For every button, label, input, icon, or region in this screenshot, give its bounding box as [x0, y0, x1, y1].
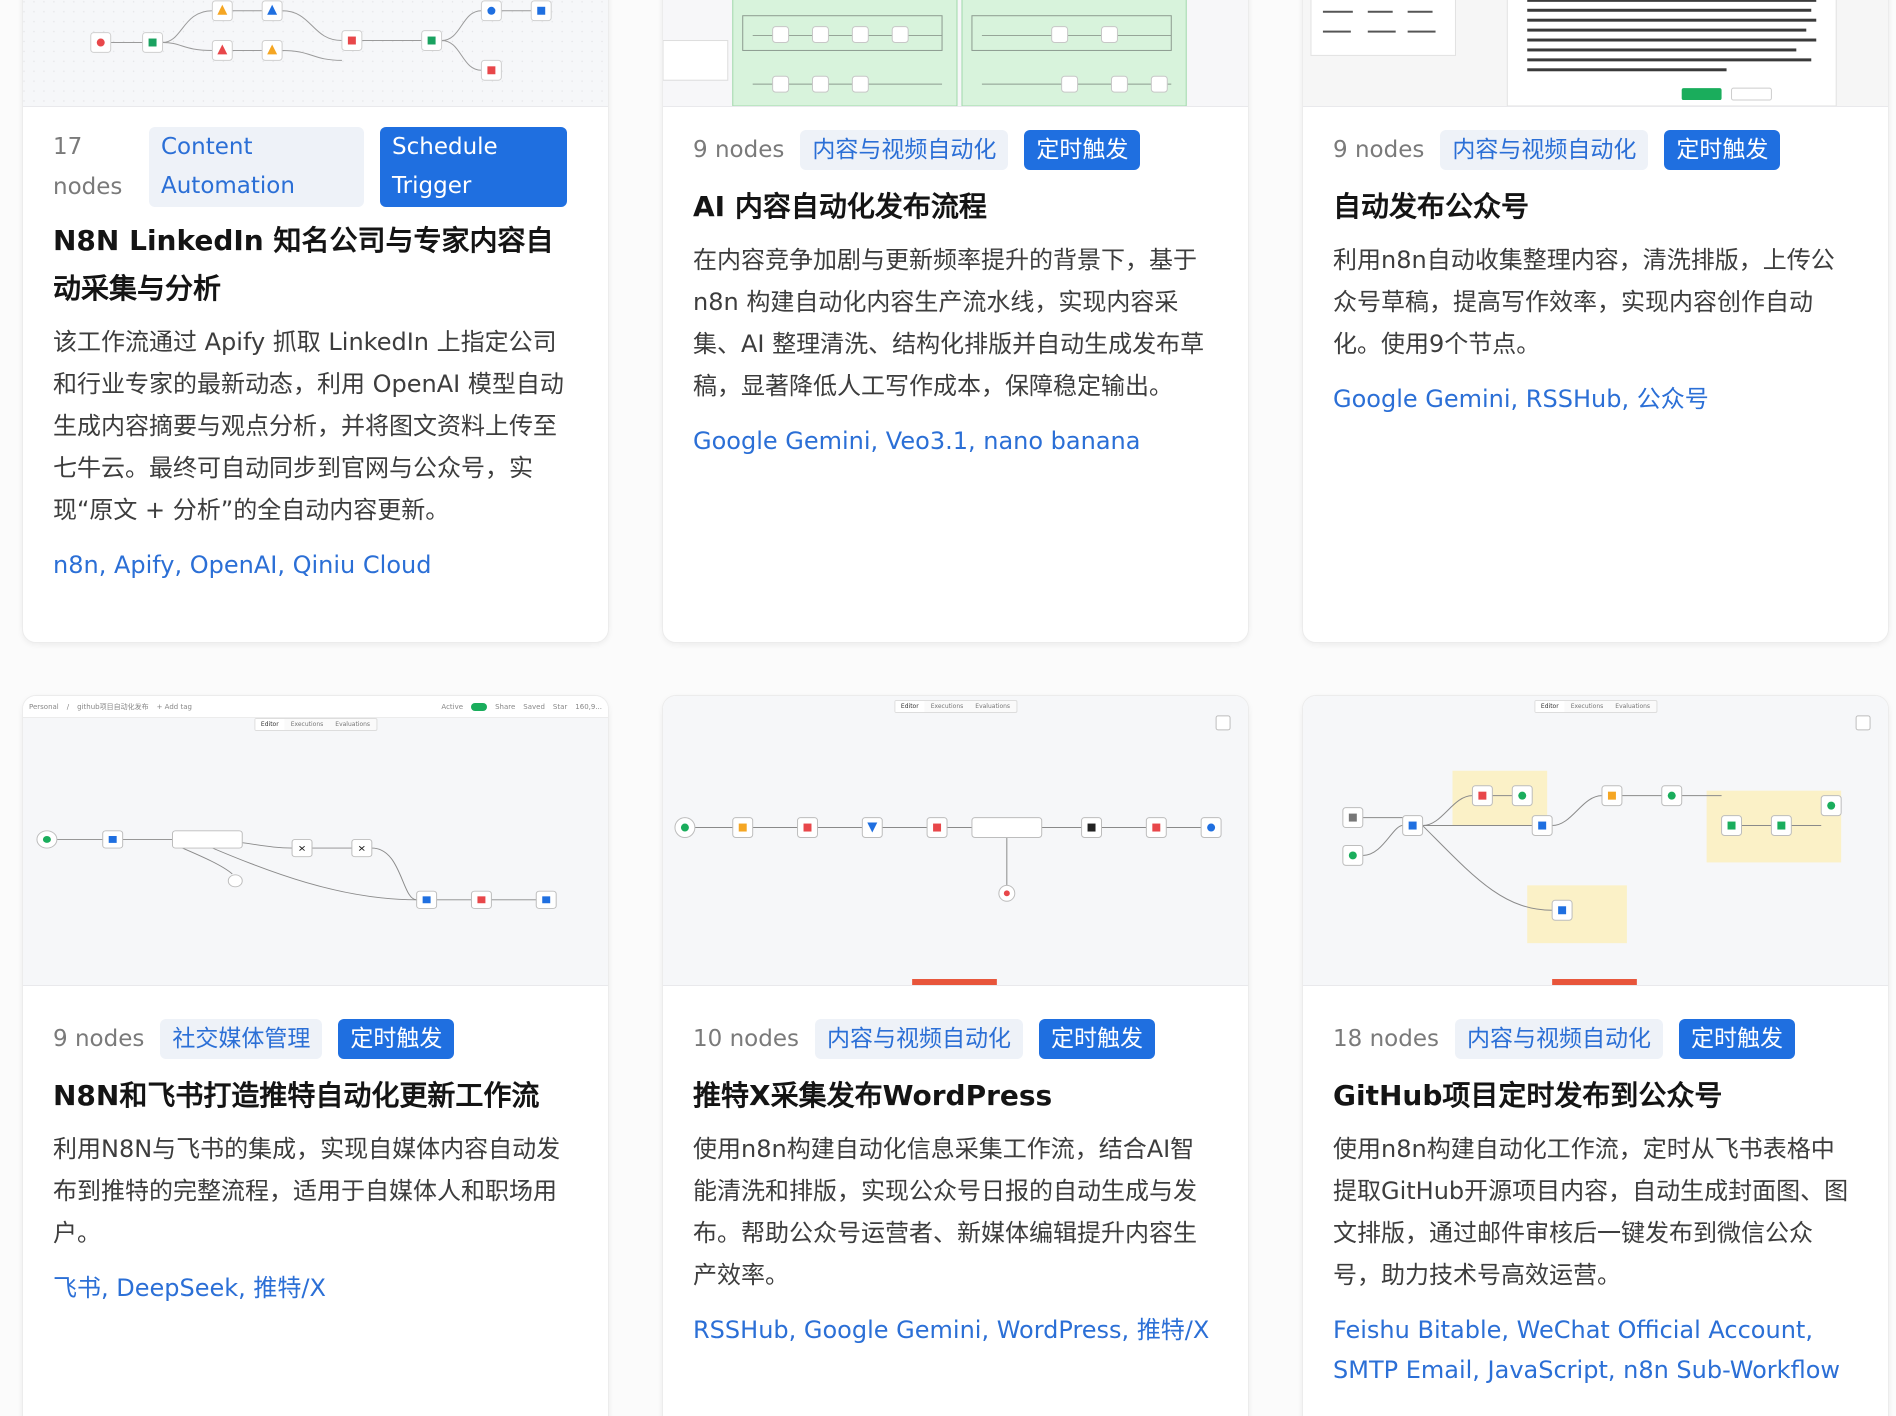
- star-count: 160,9...: [575, 702, 602, 711]
- card-description: 使用n8n构建自动化信息采集工作流，结合AI智能清洗和排版，实现公众号日报的自动…: [693, 1135, 1197, 1289]
- workflow-diagram: [674, 715, 1231, 985]
- evaluations-tab: Evaluations: [335, 721, 371, 728]
- card-description: 在内容竞争加剧与更新频率提升的背景下，基于 n8n 构建自动化内容生产流水线，实…: [693, 246, 1205, 400]
- workflow-diagram: ✕ ✕: [36, 830, 557, 909]
- card-title[interactable]: GitHub项目定时发布到公众号: [1333, 1072, 1858, 1120]
- workflow-card[interactable]: Editor Executions Evaluations: [662, 695, 1249, 1416]
- workflow-thumbnail: [23, 0, 608, 107]
- category-tag[interactable]: 社交媒体管理: [160, 1019, 323, 1059]
- node-count: 17 nodes: [53, 134, 123, 200]
- card-description: 该工作流通过 Apify 抓取 LinkedIn 上指定公司和行业专家的最新动态…: [53, 328, 564, 524]
- workflow-card[interactable]: Personal / github项目自动化发布 + Add tag Activ…: [22, 695, 609, 1416]
- card-tools[interactable]: n8n, Apify, OpenAI, Qiniu Cloud: [53, 545, 578, 585]
- trigger-tag[interactable]: 定时触发: [1678, 1019, 1795, 1059]
- article-preview: [1303, 0, 1888, 106]
- card-title[interactable]: N8N LinkedIn 知名公司与专家内容自动采集与分析: [53, 217, 578, 313]
- card-meta: 17 nodes Content Automation Schedule Tri…: [53, 127, 578, 207]
- card-description: 利用N8N与飞书的集成，实现自媒体内容自动发布到推特的完整流程，适用于自媒体人和…: [53, 1135, 561, 1247]
- category-tag[interactable]: 内容与视频自动化: [814, 1019, 1023, 1059]
- node-count: 9 nodes: [693, 137, 785, 163]
- trigger-tag[interactable]: 定时触发: [1038, 1019, 1155, 1059]
- editor-tab: Editor: [254, 719, 285, 730]
- workflow-card[interactable]: Editor Executions Evaluations: [1302, 695, 1889, 1416]
- category-tag[interactable]: 内容与视频自动化: [1454, 1019, 1663, 1059]
- workflow-diagram: [1342, 715, 1871, 985]
- card-title[interactable]: 推特X采集发布WordPress: [693, 1072, 1218, 1120]
- workflow-diagram: [23, 0, 608, 106]
- editor-tabs: Editor Executions Evaluations: [253, 718, 378, 731]
- add-tag: + Add tag: [156, 702, 192, 711]
- workflow-diagram: [663, 0, 1248, 106]
- svg-text:✕: ✕: [358, 844, 366, 854]
- workflow-card[interactable]: 9 nodes 内容与视频自动化 定时触发 AI 内容自动化发布流程 在内容竞争…: [662, 0, 1249, 643]
- category-tag[interactable]: 内容与视频自动化: [800, 130, 1009, 170]
- saved-label: Saved: [523, 702, 545, 711]
- editor-toolbar: Personal / github项目自动化发布 + Add tag Activ…: [23, 696, 608, 718]
- node-count: 9 nodes: [53, 1026, 145, 1052]
- workflow-card[interactable]: 9 nodes 内容与视频自动化 定时触发 自动发布公众号 利用n8n自动收集整…: [1302, 0, 1889, 643]
- card-meta: 18 nodes 内容与视频自动化 定时触发: [1333, 1016, 1858, 1062]
- card-description: 使用n8n构建自动化工作流，定时从飞书表格中提取GitHub开源项目内容，自动生…: [1333, 1135, 1849, 1289]
- active-toggle: [471, 702, 488, 711]
- card-title[interactable]: 自动发布公众号: [1333, 183, 1858, 231]
- executions-tab: Executions: [290, 721, 324, 728]
- card-tools[interactable]: RSSHub, Google Gemini, WordPress, 推特/X: [693, 1310, 1218, 1350]
- active-label: Active: [441, 702, 464, 711]
- trigger-tag[interactable]: Schedule Trigger: [380, 127, 567, 207]
- trigger-tag[interactable]: 定时触发: [1024, 130, 1141, 170]
- workflow-name: github项目自动化发布: [77, 702, 149, 711]
- star-label: Star: [552, 702, 568, 711]
- breadcrumb-personal: Personal: [29, 702, 59, 711]
- card-meta: 9 nodes 社交媒体管理 定时触发: [53, 1016, 578, 1062]
- workflow-card[interactable]: 17 nodes Content Automation Schedule Tri…: [22, 0, 609, 643]
- card-tools[interactable]: Google Gemini, Veo3.1, nano banana: [693, 421, 1218, 461]
- card-title[interactable]: N8N和飞书打造推特自动化更新工作流: [53, 1072, 578, 1120]
- card-title[interactable]: AI 内容自动化发布流程: [693, 183, 1218, 231]
- card-tools[interactable]: 飞书, DeepSeek, 推特/X: [53, 1268, 578, 1308]
- svg-text:✕: ✕: [298, 844, 306, 854]
- workflow-thumbnail: Personal / github项目自动化发布 + Add tag Activ…: [23, 696, 608, 986]
- workflow-thumbnail: [1303, 0, 1888, 107]
- card-tools[interactable]: Feishu Bitable, WeChat Official Account,…: [1333, 1310, 1858, 1390]
- card-tools[interactable]: Google Gemini, RSSHub, 公众号: [1333, 379, 1858, 419]
- trigger-tag[interactable]: 定时触发: [1664, 130, 1781, 170]
- node-count: 10 nodes: [693, 1026, 799, 1052]
- workflow-thumbnail: [663, 0, 1248, 107]
- node-count: 9 nodes: [1333, 137, 1425, 163]
- share-label: Share: [495, 702, 516, 711]
- node-count: 18 nodes: [1333, 1026, 1439, 1052]
- workflow-thumbnail: Editor Executions Evaluations: [1303, 696, 1888, 986]
- workflow-thumbnail: Editor Executions Evaluations: [663, 696, 1248, 986]
- category-tag[interactable]: 内容与视频自动化: [1440, 130, 1649, 170]
- category-tag[interactable]: Content Automation: [149, 127, 364, 207]
- card-meta: 9 nodes 内容与视频自动化 定时触发: [693, 127, 1218, 173]
- card-meta: 9 nodes 内容与视频自动化 定时触发: [1333, 127, 1858, 173]
- trigger-tag[interactable]: 定时触发: [338, 1019, 455, 1059]
- card-meta: 10 nodes 内容与视频自动化 定时触发: [693, 1016, 1218, 1062]
- breadcrumb-separator: /: [66, 702, 70, 711]
- card-description: 利用n8n自动收集整理内容，清洗排版，上传公众号草稿，提高写作效率，实现内容创作…: [1333, 246, 1835, 358]
